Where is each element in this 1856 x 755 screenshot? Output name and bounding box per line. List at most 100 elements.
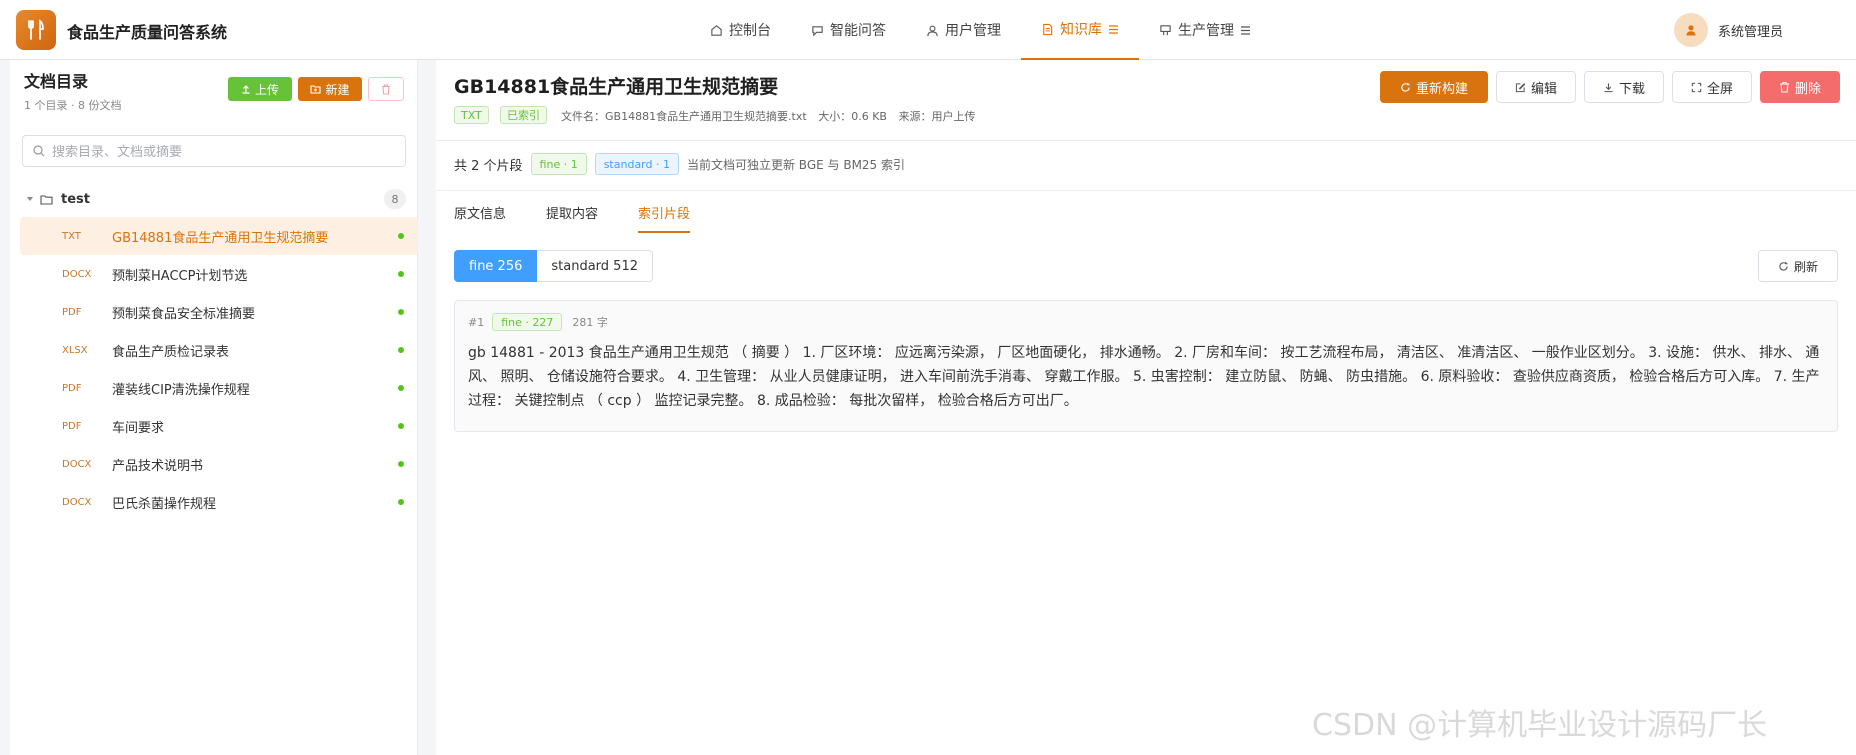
- nav-item-production-management[interactable]: 生产管理: [1139, 0, 1271, 60]
- list-item[interactable]: DOCX 巴氏杀菌操作规程: [20, 483, 418, 521]
- user-icon: [927, 25, 938, 36]
- folder-name: test: [61, 191, 90, 207]
- nav-item-dashboard[interactable]: 控制台: [690, 0, 791, 60]
- menu-icon[interactable]: [1108, 24, 1119, 35]
- delete-folder-button[interactable]: [368, 77, 404, 101]
- list-item[interactable]: PDF 预制菜食品安全标准摘要: [20, 293, 418, 331]
- folder-count-badge: 8: [384, 189, 406, 209]
- document-name: 车间要求: [112, 420, 165, 436]
- list-item[interactable]: TXT GB14881食品生产通用卫生规范摘要: [20, 217, 418, 255]
- list-item[interactable]: XLSX 食品生产质检记录表: [20, 331, 418, 369]
- status-badge: 已索引: [500, 106, 547, 124]
- status-dot: [398, 423, 404, 429]
- nav-item-smart-qa[interactable]: 智能问答: [791, 0, 906, 60]
- upload-button-label: 上传: [254, 82, 279, 97]
- divider: [436, 140, 1856, 141]
- file-type-label: DOCX: [62, 268, 92, 280]
- nav-item-label: 控制台: [729, 23, 771, 39]
- upload-button[interactable]: 上传: [228, 77, 292, 101]
- rebuild-button-label: 重新构建: [1415, 81, 1468, 97]
- refresh-button-label: 刷新: [1793, 259, 1818, 274]
- file-type-label: PDF: [62, 382, 82, 394]
- source-meta: 来源：用户上传: [898, 110, 976, 123]
- tab-original-info[interactable]: 原文信息: [454, 203, 506, 233]
- fullscreen-button[interactable]: 全屏: [1672, 71, 1752, 103]
- nav-item-label: 用户管理: [945, 23, 1001, 39]
- sidebar-subtitle: 1 个目录 · 8 份文档: [24, 99, 122, 112]
- page-title: GB14881食品生产通用卫生规范摘要: [454, 76, 779, 98]
- status-dot: [398, 233, 404, 239]
- rebuild-button[interactable]: 重新构建: [1380, 71, 1488, 103]
- caret-down-icon[interactable]: [26, 195, 34, 203]
- nav-item-label: 知识库: [1060, 22, 1102, 38]
- segment-size-switch: fine 256 standard 512: [454, 250, 653, 282]
- trash-icon: [382, 83, 390, 95]
- delete-button-label: 删除: [1794, 81, 1821, 97]
- segment-char-count: 281 字: [572, 316, 608, 329]
- nav-item-knowledge-base[interactable]: 知识库: [1021, 0, 1139, 60]
- file-name-meta: 文件名：GB14881食品生产通用卫生规范摘要.txt: [561, 110, 807, 123]
- edit-button-label: 编辑: [1530, 81, 1557, 97]
- app-title: 食品生产质量问答系统: [67, 23, 228, 42]
- watermark: CSDN @计算机毕业设计源码厂长: [1312, 708, 1768, 743]
- refresh-icon: [1401, 82, 1410, 92]
- document-icon: [1043, 23, 1053, 35]
- fullscreen-icon: [1691, 82, 1702, 92]
- list-item[interactable]: PDF 车间要求: [20, 407, 418, 445]
- tab-extracted-content[interactable]: 提取内容: [546, 203, 598, 233]
- status-dot: [398, 461, 404, 467]
- file-type-label: DOCX: [62, 496, 92, 508]
- folder-row[interactable]: test 8: [20, 186, 410, 212]
- menu-icon[interactable]: [1240, 25, 1251, 36]
- folder-icon: [40, 194, 53, 205]
- segment-count: 共 2 个片段: [454, 158, 523, 174]
- search-input[interactable]: [52, 143, 382, 159]
- nav-item-label: 智能问答: [830, 23, 886, 39]
- top-nav-bar: 食品生产质量问答系统 控制台 智能问答 用户管理 知识库 生产管理 系统管理员: [0, 0, 1856, 60]
- status-dot: [398, 271, 404, 277]
- edit-button[interactable]: 编辑: [1496, 71, 1576, 103]
- delete-button[interactable]: 删除: [1760, 71, 1840, 103]
- list-item[interactable]: DOCX 产品技术说明书: [20, 445, 418, 483]
- file-type-label: PDF: [62, 306, 82, 318]
- new-button[interactable]: 新建: [298, 77, 362, 101]
- document-detail-panel: GB14881食品生产通用卫生规范摘要 TXT 已索引 文件名：GB14881食…: [436, 60, 1856, 755]
- segment-card: #1 fine · 227 281 字 gb 14881 - 2013 食品生产…: [454, 300, 1838, 432]
- refresh-button[interactable]: 刷新: [1758, 250, 1838, 282]
- download-icon: [1604, 82, 1613, 92]
- list-item[interactable]: DOCX 预制菜HACCP计划节选: [20, 255, 418, 293]
- document-sidebar: 文档目录 1 个目录 · 8 份文档 上传 新建 test 8 TXT GB14…: [10, 60, 418, 755]
- folder-plus-icon: [310, 85, 322, 94]
- sidebar-search[interactable]: [22, 135, 406, 167]
- nav-item-user-management[interactable]: 用户管理: [906, 0, 1021, 60]
- main-nav: 控制台 智能问答 用户管理 知识库 生产管理: [690, 0, 1271, 60]
- file-type-label: XLSX: [62, 344, 88, 356]
- file-type-label: TXT: [62, 230, 81, 242]
- avatar[interactable]: [1674, 13, 1708, 47]
- segment-tag: fine · 227: [492, 313, 563, 331]
- tab-index-segments[interactable]: 索引片段: [638, 203, 691, 233]
- document-name: GB14881食品生产通用卫生规范摘要: [112, 230, 329, 246]
- segment-text: gb 14881 - 2013 食品生产通用卫生规范 （ 摘要 ） 1. 厂区环…: [468, 345, 1820, 409]
- chat-icon: [812, 25, 823, 36]
- list-item[interactable]: PDF 灌装线CIP清洗操作规程: [20, 369, 418, 407]
- fine-256-button[interactable]: fine 256: [454, 250, 538, 282]
- segment-summary: 共 2 个片段 fine · 1 standard · 1 当前文档可独立更新 …: [454, 152, 905, 176]
- standard-count-pill: standard · 1: [594, 153, 679, 175]
- status-dot: [398, 499, 404, 505]
- standard-512-button[interactable]: standard 512: [537, 250, 653, 282]
- app-logo-icon[interactable]: [16, 10, 56, 50]
- document-name: 产品技术说明书: [112, 458, 204, 474]
- nav-item-label: 生产管理: [1178, 23, 1234, 39]
- document-name: 食品生产质检记录表: [112, 344, 230, 360]
- sidebar-title: 文档目录: [24, 72, 89, 91]
- fine-count-pill: fine · 1: [530, 153, 587, 175]
- segment-card-header: #1 fine · 227 281 字: [468, 312, 608, 332]
- document-name: 灌装线CIP清洗操作规程: [112, 382, 250, 398]
- file-type-label: PDF: [62, 420, 82, 432]
- download-button[interactable]: 下载: [1584, 71, 1664, 103]
- home-icon: [711, 24, 722, 36]
- detail-tabs: 原文信息 提取内容 索引片段: [454, 203, 730, 233]
- file-size-meta: 大小：0.6 KB: [818, 110, 887, 123]
- user-name[interactable]: 系统管理员: [1718, 21, 1783, 40]
